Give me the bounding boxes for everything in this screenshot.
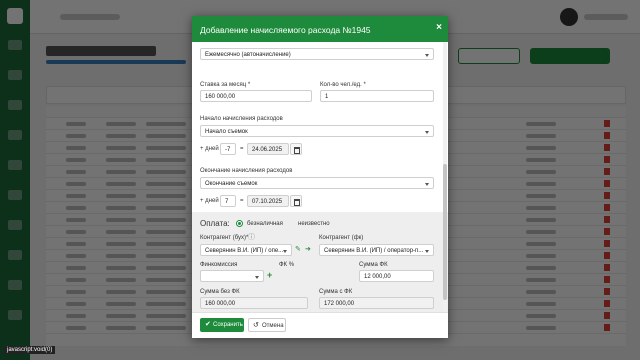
payment-section: Оплата: безналичная неизвестно Контраген…	[192, 212, 448, 312]
end-date-input[interactable]: 07.10.2025	[247, 195, 289, 207]
qty-input[interactable]: 1	[320, 90, 434, 102]
fincommission-select[interactable]	[200, 270, 264, 282]
end-eq: =	[240, 198, 244, 204]
modal-footer: ✔ Сохранить ↺ Отмена	[192, 312, 448, 338]
sum-without-fk-label: Сумма без ФК	[200, 289, 240, 295]
payment-label: Оплата:	[200, 219, 230, 228]
modal-body: Ежемесячно (автоначисление) Ставка за ме…	[192, 42, 448, 312]
start-days-input[interactable]: -7	[220, 143, 236, 155]
pencil-icon[interactable]: ✎	[295, 246, 301, 254]
frequency-select[interactable]: Ежемесячно (автоначисление)	[200, 48, 434, 60]
info-icon[interactable]: ⓘ	[248, 234, 255, 242]
rate-input[interactable]: 160 000,00	[200, 90, 312, 102]
contractor-fk-select[interactable]: Северянин В.И. (ИП) / оператор-п...	[319, 244, 434, 256]
end-label: Окончание начисления расходов	[200, 168, 293, 174]
status-bar-url: javascript:void(0)	[4, 346, 56, 354]
fk-percent-label: ФК %	[279, 262, 295, 268]
arrow-right-icon[interactable]: ➜	[305, 246, 311, 254]
end-days-prefix: + дней	[200, 198, 219, 204]
payment-unknown-label[interactable]: неизвестно	[298, 221, 330, 227]
close-icon[interactable]: ×	[436, 22, 442, 33]
sum-without-fk-value: 160 000,00	[200, 297, 308, 309]
contractor-fk-label: Контрагент (фк)	[319, 235, 364, 241]
start-days-prefix: + дней	[200, 146, 219, 152]
sum-fk-label: Сумма ФК	[359, 262, 388, 268]
modal-title: Добавление начисляемого расхода №1945	[200, 25, 371, 35]
sum-with-fk-label: Сумма с ФК	[319, 289, 353, 295]
sum-with-fk-value: 172 000,00	[319, 297, 434, 309]
save-button[interactable]: ✔ Сохранить	[200, 318, 244, 332]
end-select[interactable]: Окончание съемок	[200, 177, 434, 189]
cancel-button-label: Отмена	[262, 323, 284, 329]
start-label: Начало начисления расходов	[200, 116, 283, 122]
contractor-ours-select[interactable]: Северянин В.И. (ИП) / опе...	[200, 244, 292, 256]
qty-label: Кол-во чел./ед. *	[320, 82, 366, 88]
check-icon: ✔	[205, 321, 211, 328]
cancel-button[interactable]: ↺ Отмена	[248, 318, 286, 332]
start-eq: =	[240, 146, 244, 152]
modal-scrollbar-thumb[interactable]	[443, 164, 447, 300]
undo-icon: ↺	[253, 322, 259, 329]
rate-label: Ставка за месяц *	[200, 82, 251, 88]
payment-cashless-radio[interactable]	[236, 220, 243, 227]
save-button-label: Сохранить	[213, 322, 243, 328]
add-expense-modal: Добавление начисляемого расхода №1945 × …	[192, 16, 448, 338]
modal-header: Добавление начисляемого расхода №1945 ×	[192, 16, 448, 42]
fincommission-label: Финкомиссия	[200, 262, 238, 268]
start-select[interactable]: Начало съемок	[200, 125, 434, 137]
start-date-input[interactable]: 24.06.2025	[247, 143, 289, 155]
contractor-ours-label: Контрагент (бух)*	[200, 235, 249, 241]
payment-cashless-label[interactable]: безналичная	[247, 221, 283, 227]
plus-icon[interactable]: +	[267, 271, 272, 280]
calendar-icon[interactable]	[290, 143, 302, 155]
sum-fk-input[interactable]: 12 000,00	[359, 270, 434, 282]
end-days-input[interactable]: 7	[220, 195, 236, 207]
calendar-icon[interactable]	[290, 195, 302, 207]
